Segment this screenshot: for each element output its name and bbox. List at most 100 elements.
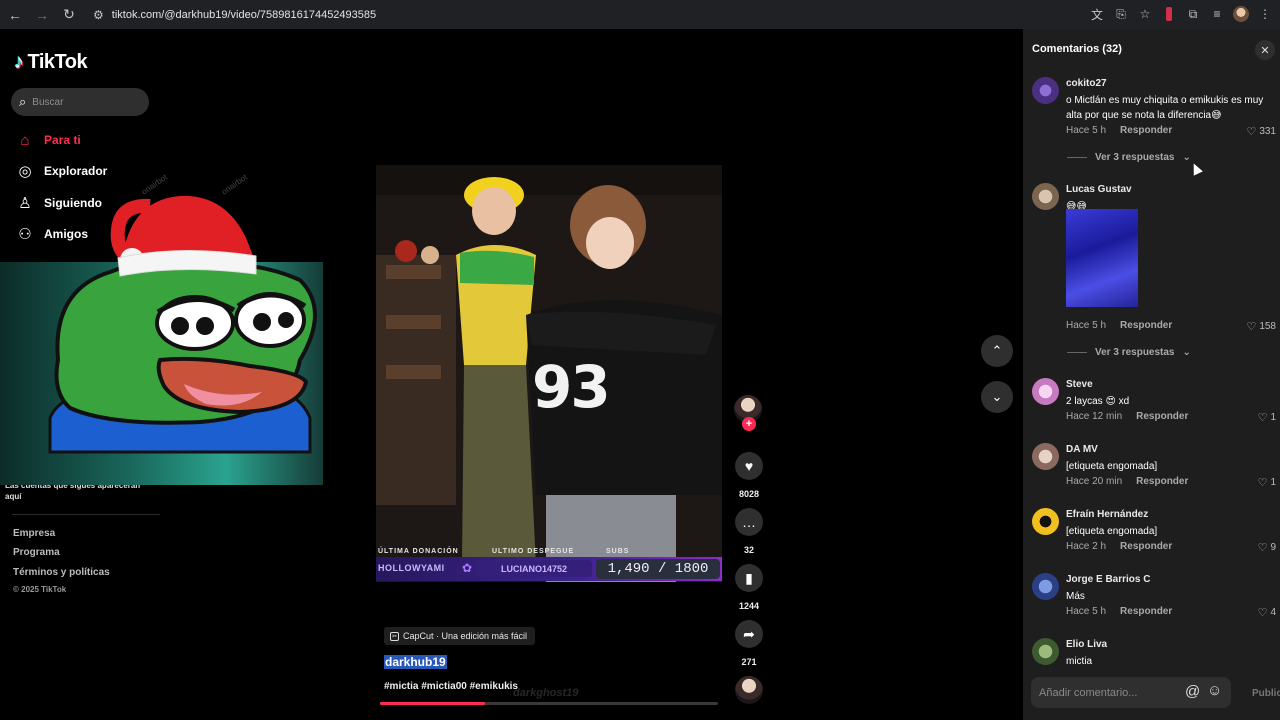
comment-like[interactable]: ♡ 1 [1258, 411, 1276, 424]
like-button[interactable]: ♥ [735, 452, 763, 480]
comment-author[interactable]: DA MV [1066, 444, 1098, 455]
video-progress[interactable] [380, 702, 718, 705]
browser-toolbar: ← → ↻ ⚙ tiktok.com/@darkhub19/video/7589… [0, 0, 1280, 29]
back-icon[interactable]: ← [3, 3, 27, 27]
comment-input[interactable] [1039, 686, 1179, 699]
comment-avatar[interactable] [1032, 573, 1059, 600]
reply-button[interactable]: Responder [1120, 320, 1172, 331]
comment-like[interactable]: ♡ 4 [1258, 606, 1276, 619]
heart-outline-icon: ♡ [1257, 477, 1268, 489]
comment-author[interactable]: Efraín Hernández [1066, 509, 1148, 520]
comment-author[interactable]: Steve [1066, 379, 1093, 390]
profile-icon[interactable] [1232, 3, 1250, 25]
comment-author[interactable]: cokito27 [1066, 78, 1107, 89]
save-button[interactable]: ▮ [735, 564, 763, 592]
view-replies-label: Ver 3 respuestas [1095, 152, 1175, 163]
comments-panel: Comentarios (32) ✕ cokito27 o Mictlán es… [1023, 29, 1280, 720]
reply-button[interactable]: Responder [1136, 476, 1188, 487]
reload-icon[interactable]: ↻ [57, 3, 81, 27]
translate-icon[interactable]: 文 [1088, 3, 1106, 25]
emoji-icon[interactable]: ☺ [1207, 682, 1222, 699]
mention-icon[interactable]: @ [1185, 683, 1200, 700]
url-text: tiktok.com/@darkhub19/video/758981617445… [111, 8, 377, 21]
reply-button[interactable]: Responder [1120, 606, 1172, 617]
footer-link-empresa[interactable]: Empresa [13, 528, 55, 539]
share-button[interactable]: ➦ [735, 620, 763, 648]
comment-like[interactable]: ♡ 331 [1246, 125, 1276, 138]
reply-button[interactable]: Responder [1120, 541, 1172, 552]
reply-button[interactable]: Responder [1136, 411, 1188, 422]
heart-icon: ♥ [744, 458, 754, 474]
heart-outline-icon: ♡ [1257, 607, 1268, 619]
comment-avatar[interactable] [1032, 378, 1059, 405]
comment-author[interactable]: Jorge E Barrios C [1066, 574, 1150, 585]
menu-icon[interactable]: ⋮ [1256, 3, 1274, 25]
share-count: 271 [741, 657, 757, 667]
comment-meta: Hace 20 min Responder [1066, 476, 1188, 487]
stream-overlay-bar: HOLLOWYAMI ✿ LUCIANO14752 1,490 / 1800 [376, 557, 722, 581]
overlay-label-booster: ULTIMO DESPEGUE [492, 548, 575, 555]
video-hashtags[interactable]: #mictia #mictia00 #emikukis [384, 681, 518, 692]
next-video-button[interactable]: ⌄ [981, 381, 1013, 413]
comment-avatar[interactable] [1032, 638, 1059, 665]
comment-avatar[interactable] [1032, 183, 1059, 210]
comment-author[interactable]: Elio Liva [1066, 639, 1107, 650]
comment-time: Hace 20 min [1066, 476, 1123, 487]
comment-like[interactable]: ♡ 1 [1258, 476, 1276, 489]
search-icon: ⌕ [19, 94, 27, 109]
comment-like-count: 1 [1270, 477, 1276, 488]
comment-meta: Hace 2 h Responder [1066, 541, 1172, 552]
search-box[interactable]: ⌕ [11, 88, 149, 116]
publish-button[interactable]: Publicar [1252, 688, 1280, 699]
comment-meta: Hace 5 h Responder [1066, 320, 1172, 331]
view-replies-button[interactable]: Ver 3 respuestas ⌄ [1067, 347, 1191, 358]
capcut-badge[interactable]: ✂ CapCut · Una edición más fácil [384, 627, 536, 645]
comment-input-box[interactable]: @ ☺ [1031, 677, 1231, 708]
jersey-number: 93 [532, 353, 611, 421]
cast-icon[interactable]: ⎘ [1112, 3, 1130, 25]
comment-image[interactable] [1066, 209, 1138, 307]
view-replies-button[interactable]: Ver 3 respuestas ⌄ [1067, 152, 1191, 163]
chevron-up-icon: ⌃ [991, 343, 1003, 358]
footer-link-terminos[interactable]: Términos y políticas [13, 567, 110, 578]
comment-count: 32 [743, 545, 754, 555]
star-icon[interactable]: ☆ [1136, 3, 1154, 25]
comment-like[interactable]: ♡ 9 [1258, 541, 1276, 554]
comment-author[interactable]: Lucas Gustav [1066, 184, 1132, 195]
footer-link-programa[interactable]: Programa [13, 547, 60, 558]
comment-avatar[interactable] [1032, 508, 1059, 535]
comment-button[interactable]: … [735, 508, 763, 536]
forward-icon[interactable]: → [30, 3, 54, 27]
comment-text: Más [1066, 591, 1085, 602]
extension-icon[interactable] [1160, 3, 1178, 25]
search-input[interactable] [32, 96, 133, 108]
comment-avatar[interactable] [1032, 77, 1059, 104]
tiktok-logo[interactable]: ♪ TikTok [14, 51, 88, 74]
comment-like-count: 9 [1270, 542, 1276, 553]
close-comments-button[interactable]: ✕ [1255, 40, 1275, 60]
comment-time: Hace 5 h [1066, 320, 1107, 331]
overlay-label-subs: SUBS [606, 548, 630, 555]
comment-like[interactable]: ♡ 158 [1246, 320, 1276, 333]
close-icon: ✕ [1260, 44, 1270, 57]
heart-outline-icon: ♡ [1246, 321, 1257, 333]
site-settings-icon[interactable]: ⚙ [93, 8, 104, 22]
sound-avatar[interactable] [735, 676, 763, 704]
logo-text: TikTok [27, 51, 88, 73]
puzzle-icon[interactable]: ⧉ [1184, 3, 1202, 25]
comment-like-count: 158 [1259, 321, 1276, 332]
sidebar-item-para-ti[interactable]: ⌂ Para ti [16, 129, 80, 151]
address-bar[interactable]: ⚙ tiktok.com/@darkhub19/video/7589816174… [89, 3, 376, 27]
tiktok-note-icon: ♪ [14, 51, 24, 73]
media-icon[interactable]: ≡ [1208, 3, 1226, 25]
follow-plus-icon[interactable]: + [742, 417, 756, 431]
save-count: 1244 [738, 601, 760, 611]
video-author[interactable]: darkhub19 [384, 655, 447, 669]
overlay-label-donation: ÚLTIMA DONACIÓN [378, 548, 459, 555]
previous-video-button[interactable]: ⌃ [981, 335, 1013, 367]
comment-avatar[interactable] [1032, 443, 1059, 470]
heart-outline-icon: ♡ [1246, 126, 1257, 138]
creator-avatar[interactable]: + [734, 395, 762, 431]
reply-button[interactable]: Responder [1120, 125, 1172, 136]
comment-meta: Hace 5 h Responder [1066, 606, 1172, 617]
